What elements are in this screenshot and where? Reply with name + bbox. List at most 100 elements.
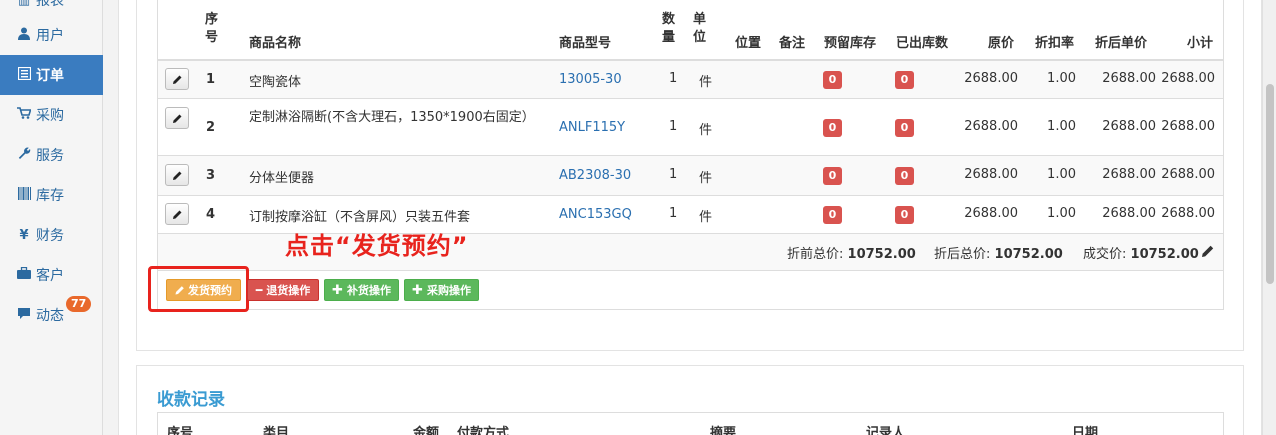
row-seq: 3 [206,168,216,183]
header-seq: 序号 [205,12,219,45]
sidebar: ▥ 报表 用户 订单 采购 服务 库存 ¥ 财务 客户 动态 77 [0,0,103,435]
row-price: 2688.00 [964,206,1018,221]
row-seq: 2 [206,120,216,135]
edit-row-button[interactable] [165,107,189,129]
header-discount: 折扣率 [1035,36,1075,51]
deal-price-label: 成交价: [1083,247,1127,262]
wrench-icon [16,147,32,164]
return-button[interactable]: ━ 退货操作 [247,279,319,301]
row-price: 2688.00 [964,119,1018,134]
shipped-badge: 0 [895,206,914,224]
header-shipped: 已出库数 [896,36,949,51]
row-discount: 1.00 [1047,206,1076,221]
user-icon [16,27,32,44]
sidebar-item-inventory[interactable]: 库存 [0,175,103,215]
minus-icon: ━ [255,283,263,297]
row-model-link[interactable]: 13005-30 [559,72,622,87]
payment-header-amount: 金额 [413,426,440,435]
deal-price: 成交价: 10752.00 [1083,243,1199,262]
header-location: 位置 [735,36,762,51]
edit-row-button[interactable] [165,68,189,90]
scrollbar-thumb[interactable] [1266,84,1274,284]
pencil-icon [175,286,184,295]
pre-discount-total: 折前总价: 10752.00 [787,243,916,262]
post-discount-label: 折后总价: [934,247,991,262]
pencil-icon [172,75,181,84]
pencil-icon [1202,245,1214,257]
header-discounted-price: 折后单价 [1095,36,1148,51]
cart-icon [16,107,32,123]
row-seq: 4 [206,207,216,222]
restock-button[interactable]: ✚ 补货操作 [324,279,399,301]
row-discounted-price: 2688.00 [1102,206,1156,221]
sidebar-item-label: 采购 [36,108,64,124]
post-discount-value: 10752.00 [994,247,1063,262]
row-discounted-price: 2688.00 [1102,167,1156,182]
sidebar-item-label: 服务 [36,148,64,164]
barcode-icon [16,186,32,204]
briefcase-icon [16,266,32,283]
row-qty: 1 [669,206,678,221]
edit-row-button[interactable] [165,164,189,186]
shipped-badge: 0 [895,119,914,137]
sidebar-item-orders[interactable]: 订单 [0,55,103,95]
row-qty: 1 [669,119,678,134]
row-discount: 1.00 [1047,119,1076,134]
purchase-button[interactable]: ✚ 采购操作 [404,279,479,301]
edit-deal-price-button[interactable] [1201,244,1215,262]
row-model-link[interactable]: ANLF115Y [559,120,625,135]
sidebar-item-users[interactable]: 用户 [0,15,103,55]
sidebar-item-finance[interactable]: ¥ 财务 [0,215,103,255]
sidebar-item-service[interactable]: 服务 [0,135,103,175]
header-subtotal: 小计 [1187,36,1214,51]
ship-appointment-label: 发货预约 [188,284,232,297]
pencil-icon [172,114,181,123]
sidebar-item-activity[interactable]: 动态 77 [0,295,103,335]
row-name: 空陶瓷体 [249,75,302,90]
sidebar-item-purchase[interactable]: 采购 [0,95,103,135]
yen-icon: ¥ [19,227,29,243]
row-divider [158,98,1223,99]
row-discount: 1.00 [1047,167,1076,182]
row-subtotal: 2688.00 [1161,167,1215,182]
plus-icon: ✚ [332,282,343,298]
row-unit: 件 [699,171,713,186]
payment-header-summary: 摘要 [710,426,737,435]
row-divider [158,195,1223,196]
row-name: 订制按摩浴缸（不含屏风）只装五件套 [249,210,471,225]
row-price: 2688.00 [964,71,1018,86]
sidebar-item-customers[interactable]: 客户 [0,255,103,295]
row-qty: 1 [669,167,678,182]
row-unit: 件 [699,210,713,225]
row-name: 分体坐便器 [249,171,315,186]
sidebar-item-label: 订单 [36,68,64,84]
plus-icon: ✚ [412,282,423,298]
shipped-badge: 0 [895,167,914,185]
reserved-badge: 0 [823,71,842,89]
ship-appointment-button[interactable]: 发货预约 [166,279,241,301]
list-icon [16,66,32,84]
payment-header-recorder: 记录人 [866,426,906,435]
notification-badge: 77 [66,296,92,312]
row-divider [158,155,1223,156]
row-model-link[interactable]: ANC153GQ [559,207,632,222]
row-divider [158,270,1223,271]
pencil-icon [172,171,181,180]
reserved-badge: 0 [823,206,842,224]
deal-price-value: 10752.00 [1130,247,1199,262]
row-seq: 1 [206,72,216,87]
payment-records-table [157,412,1224,435]
scrollbar[interactable] [1262,0,1276,435]
row-qty: 1 [669,71,678,86]
row-model-link[interactable]: AB2308-30 [559,168,631,183]
purchase-label: 采购操作 [426,284,471,297]
row-name: 定制淋浴隔断(不含大理石，1350*1900右固定） [249,110,535,125]
sidebar-item-label: 报表 [36,0,64,9]
row-unit: 件 [699,123,713,138]
pre-discount-label: 折前总价: [787,247,844,262]
header-unit: 单位 [693,12,707,45]
edit-row-button[interactable] [165,203,189,225]
row-subtotal: 2688.00 [1161,71,1215,86]
payment-header-category: 类目 [263,426,290,435]
pre-discount-value: 10752.00 [847,247,916,262]
